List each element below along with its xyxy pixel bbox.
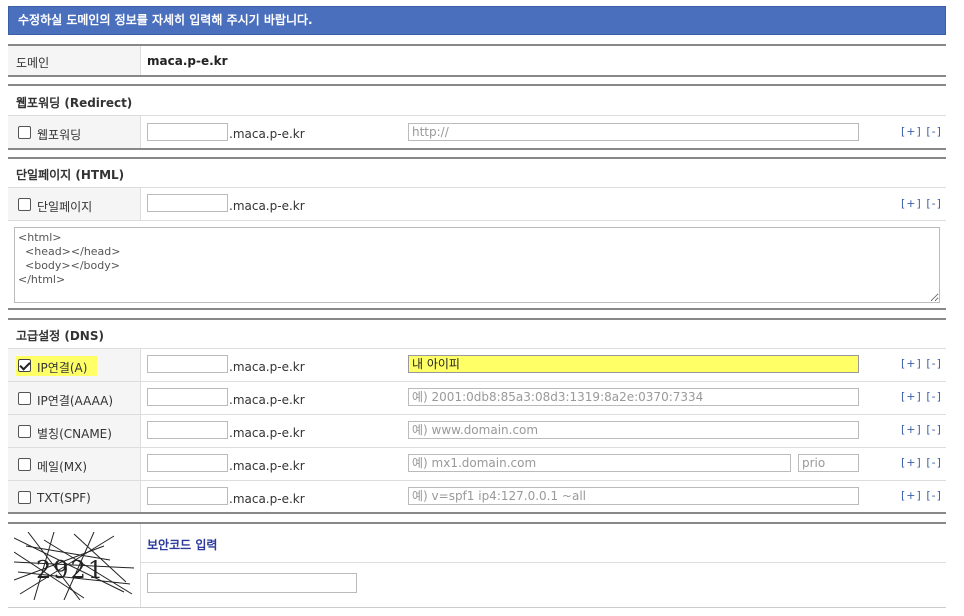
html-table: 단일페이지 (HTML) 단일페이지 .maca.p-e.kr [+] [-] …: [8, 157, 946, 310]
dns-aaaa-checkbox[interactable]: [18, 392, 31, 405]
remove-row-button[interactable]: [-]: [926, 125, 942, 138]
dns-txt-value-input[interactable]: 예) v=spf1 ip4:127.0.0.1 ~all: [408, 487, 859, 505]
dns-aaaa-domain-suffix: .maca.p-e.kr: [229, 393, 305, 407]
captcha-title: 보안코드 입력: [147, 538, 218, 552]
dns-label-cell: IP연결(AAAA): [8, 382, 141, 414]
captcha-noise-svg: 2921: [14, 532, 134, 600]
redirect-label-cell: 웹포워딩: [8, 116, 141, 148]
captcha-divider: [141, 562, 946, 563]
add-row-button[interactable]: [+]: [901, 489, 922, 502]
domain-table: 도메인 maca.p-e.kr: [8, 44, 946, 77]
dns-a-row-controls: [+] [-]: [901, 357, 942, 370]
html-row-controls: [+] [-]: [901, 197, 942, 210]
dns-mx-label[interactable]: 메일(MX): [37, 458, 87, 475]
html-section-header: 단일페이지 (HTML): [8, 159, 946, 188]
add-row-button[interactable]: [+]: [901, 125, 922, 138]
dns-a-subdomain-input[interactable]: [147, 355, 228, 373]
html-section-title: 단일페이지 (HTML): [16, 168, 125, 182]
html-domain-suffix: .maca.p-e.kr: [229, 199, 305, 213]
dns-cname-label[interactable]: 별칭(CNAME): [37, 425, 112, 442]
remove-row-button[interactable]: [-]: [926, 390, 942, 403]
dns-section-header: 고급설정 (DNS): [8, 320, 946, 349]
add-row-button[interactable]: [+]: [901, 390, 922, 403]
dns-aaaa-value-input[interactable]: 예) 2001:0db8:85a3:08d3:1319:8a2e:0370:73…: [408, 388, 859, 406]
html-label-cell: 단일페이지: [8, 188, 141, 220]
html-content-textarea[interactable]: <html> <head></head> <body></body> </htm…: [14, 227, 940, 303]
redirect-row-controls: [+] [-]: [901, 125, 942, 138]
captcha-code-text: 2921: [36, 556, 105, 584]
header-title: 수정하실 도메인의 정보를 자세히 입력해 주시기 바랍니다.: [18, 13, 313, 27]
html-row: 단일페이지 .maca.p-e.kr [+] [-]: [8, 188, 946, 221]
redirect-url-input[interactable]: http://: [408, 123, 859, 141]
dns-mx-prio-input[interactable]: prio: [798, 454, 859, 472]
redirect-table: 웹포워딩 (Redirect) 웹포워딩 .maca.p-e.kr http:/…: [8, 84, 946, 150]
redirect-section-header: 웹포워딩 (Redirect): [8, 86, 946, 116]
add-row-button[interactable]: [+]: [901, 423, 922, 436]
dns-record-row: IP연결(A) .maca.p-e.kr 내 아이피 [+] [-]: [8, 349, 946, 382]
dns-aaaa-label[interactable]: IP연결(AAAA): [37, 392, 113, 409]
dns-label-cell: TXT(SPF): [8, 481, 141, 512]
dns-mx-domain-suffix: .maca.p-e.kr: [229, 459, 305, 473]
dns-mx-checkbox[interactable]: [18, 458, 31, 471]
dns-cname-subdomain-input[interactable]: [147, 421, 228, 439]
redirect-checkbox-label[interactable]: 웹포워딩: [37, 126, 81, 143]
dns-txt-checkbox[interactable]: [18, 491, 31, 504]
captcha-image-cell: 2921: [8, 524, 141, 607]
domain-value: maca.p-e.kr: [147, 54, 228, 68]
remove-row-button[interactable]: [-]: [926, 357, 942, 370]
dns-aaaa-row-controls: [+] [-]: [901, 390, 942, 403]
dns-cname-row-controls: [+] [-]: [901, 423, 942, 436]
dns-record-row: TXT(SPF) .maca.p-e.kr 예) v=spf1 ip4:127.…: [8, 481, 946, 514]
dns-label-cell: 별칭(CNAME): [8, 415, 141, 447]
dns-cname-domain-suffix: .maca.p-e.kr: [229, 426, 305, 440]
add-row-button[interactable]: [+]: [901, 357, 922, 370]
captcha-image: 2921: [14, 532, 134, 600]
dns-mx-subdomain-input[interactable]: [147, 454, 228, 472]
dns-label-cell: 메일(MX): [8, 448, 141, 480]
dns-aaaa-subdomain-input[interactable]: [147, 388, 228, 406]
html-subdomain-input[interactable]: [147, 194, 228, 212]
domain-row: 도메인 maca.p-e.kr: [8, 46, 946, 77]
dns-txt-domain-suffix: .maca.p-e.kr: [229, 492, 305, 506]
captcha-row: 2921 보안코드 입력: [8, 524, 946, 608]
captcha-table: 2921 보안코드 입력: [8, 522, 946, 608]
html-checkbox-label[interactable]: 단일페이지: [37, 198, 92, 215]
dns-section-title: 고급설정 (DNS): [16, 329, 104, 343]
redirect-checkbox[interactable]: [18, 126, 31, 139]
dns-txt-label[interactable]: TXT(SPF): [37, 491, 91, 505]
remove-row-button[interactable]: [-]: [926, 423, 942, 436]
dns-table: 고급설정 (DNS) IP연결(A) .maca.p-e.kr 내 아이피 [+…: [8, 318, 946, 514]
redirect-row: 웹포워딩 .maca.p-e.kr http:// [+] [-]: [8, 116, 946, 150]
dns-txt-subdomain-input[interactable]: [147, 487, 228, 505]
remove-row-button[interactable]: [-]: [926, 197, 942, 210]
dns-a-value-input[interactable]: 내 아이피: [408, 355, 859, 373]
add-row-button[interactable]: [+]: [901, 456, 922, 469]
add-row-button[interactable]: [+]: [901, 197, 922, 210]
redirect-domain-suffix: .maca.p-e.kr: [229, 127, 305, 141]
dns-mx-row-controls: [+] [-]: [901, 456, 942, 469]
html-content-row: <html> <head></head> <body></body> </htm…: [8, 221, 946, 310]
domain-label-cell: 도메인: [8, 46, 141, 75]
redirect-subdomain-input[interactable]: [147, 123, 228, 141]
dns-txt-row-controls: [+] [-]: [901, 489, 942, 502]
dns-a-checkbox[interactable]: [18, 359, 31, 372]
domain-label: 도메인: [16, 56, 50, 70]
captcha-input[interactable]: [147, 573, 357, 593]
html-checkbox[interactable]: [18, 198, 31, 211]
dns-cname-checkbox[interactable]: [18, 425, 31, 438]
remove-row-button[interactable]: [-]: [926, 489, 942, 502]
dns-record-row: 별칭(CNAME) .maca.p-e.kr 예) www.domain.com…: [8, 415, 946, 448]
dns-a-label[interactable]: IP연결(A): [37, 359, 87, 376]
dns-mx-value-input[interactable]: 예) mx1.domain.com: [408, 454, 791, 472]
remove-row-button[interactable]: [-]: [926, 456, 942, 469]
dns-label-cell: IP연결(A): [8, 349, 141, 381]
page-header: 수정하실 도메인의 정보를 자세히 입력해 주시기 바랍니다.: [8, 6, 946, 35]
dns-record-row: IP연결(AAAA) .maca.p-e.kr 예) 2001:0db8:85a…: [8, 382, 946, 415]
redirect-section-title: 웹포워딩 (Redirect): [16, 96, 133, 110]
dns-cname-value-input[interactable]: 예) www.domain.com: [408, 421, 859, 439]
dns-record-row: 메일(MX) .maca.p-e.kr 예) mx1.domain.com pr…: [8, 448, 946, 481]
dns-a-domain-suffix: .maca.p-e.kr: [229, 360, 305, 374]
